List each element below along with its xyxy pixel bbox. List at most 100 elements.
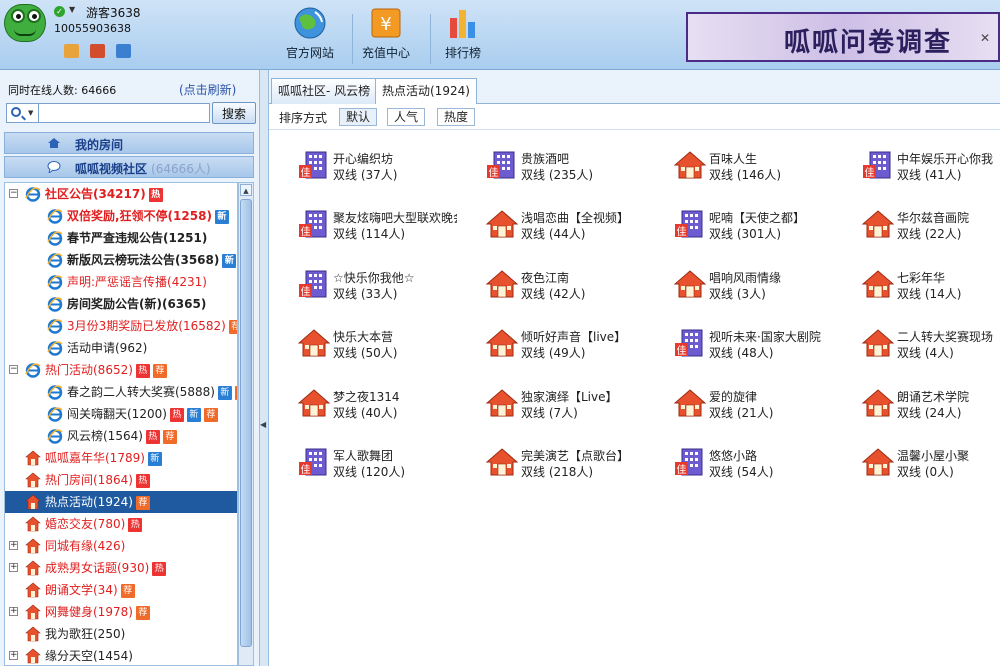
status-dropdown-icon[interactable]: ▼: [69, 5, 75, 14]
sort-popularity-button[interactable]: 人气: [387, 108, 426, 126]
collapse-icon[interactable]: −: [9, 189, 18, 198]
new-badge: 新: [222, 253, 237, 268]
tree-item[interactable]: + 网舞健身(1978) 荐: [5, 601, 237, 623]
room-card[interactable]: 快乐大本营 双线 (50人): [269, 310, 454, 360]
banner-title: 呱呱问卷调查: [784, 28, 953, 58]
settings-icon[interactable]: [116, 44, 131, 58]
room-name: 中年娱乐开心你我: [897, 152, 994, 166]
tree-item[interactable]: − 热门活动(8652) 热荐: [5, 359, 237, 381]
room-card[interactable]: 佳 聚友炫嗨吧大型联欢晚会 双线 (114人): [269, 191, 457, 241]
room-card[interactable]: 华尔兹音画院 双线 (22人): [833, 191, 1000, 241]
tree-item[interactable]: 我为歌狂(250): [5, 623, 237, 645]
tree-item[interactable]: 朗诵文学(34) 荐: [5, 579, 237, 601]
ranking-label: 排行榜: [444, 46, 481, 60]
room-card[interactable]: 独家演绎【Live】 双线 (7人): [457, 370, 642, 420]
tree-item[interactable]: 新版风云榜玩法公告(3568) 新: [5, 249, 237, 271]
tree-item[interactable]: + 成熟男女话题(930) 热: [5, 557, 237, 579]
my-room-section[interactable]: 我的房间: [4, 132, 254, 154]
tree-item[interactable]: 春之韵二人转大奖赛(5888)新荐: [5, 381, 237, 403]
sort-heat-button[interactable]: 热度: [437, 108, 476, 126]
tree-item[interactable]: 呱呱嘉年华(1789) 新: [5, 447, 237, 469]
tree-item[interactable]: 双倍奖励,狂领不停(1258) 新: [5, 205, 237, 227]
tree-item-label: 风云榜(1564): [67, 429, 143, 443]
tree-item-label: 房间奖励公告(新)(6365): [67, 297, 207, 311]
room-card[interactable]: 梦之夜1314 双线 (40人): [269, 370, 454, 420]
tree-item[interactable]: − 社区公告(34217) 热: [5, 183, 237, 205]
room-card[interactable]: 二人转大奖赛现场 双线 (4人): [833, 310, 1000, 360]
survey-banner[interactable]: 呱呱问卷调查 ✕: [686, 12, 1000, 62]
bag-icon[interactable]: [64, 44, 79, 58]
sort-default-button[interactable]: 默认: [339, 108, 378, 126]
room-card[interactable]: 浅唱恋曲【全视频】 双线 (44人): [457, 191, 642, 241]
room-card[interactable]: 佳 开心编织坊 双线 (37人): [269, 132, 454, 182]
room-card[interactable]: 佳 呢喃【天使之都】 双线 (301人): [645, 191, 830, 241]
tree-item[interactable]: 房间奖励公告(新)(6365): [5, 293, 237, 315]
tree-item[interactable]: 活动申请(962): [5, 337, 237, 359]
tree-scrollbar[interactable]: ▲: [238, 182, 254, 666]
search-button[interactable]: 搜索: [212, 102, 256, 124]
room-card[interactable]: 佳 悠悠小路 双线 (54人): [645, 429, 830, 479]
tree-item[interactable]: 婚恋交友(780) 热: [5, 513, 237, 535]
official-site-button[interactable]: 官方网站: [270, 6, 350, 61]
tree-item[interactable]: + 缘分天空(1454): [5, 645, 237, 665]
banner-close-icon[interactable]: ✕: [980, 32, 992, 44]
recharge-center-button[interactable]: ¥ 充值中心: [346, 6, 426, 61]
tree-item[interactable]: 热点活动(1924) 荐: [5, 491, 237, 513]
expand-icon[interactable]: +: [9, 651, 18, 660]
room-card[interactable]: 佳 中年娱乐开心你我 双线 (41人): [833, 132, 1000, 182]
panel-collapse-handle[interactable]: ◀: [260, 70, 268, 666]
room-tree: − 社区公告(34217) 热双倍奖励,狂领不停(1258) 新春节严查违规公告(12…: [4, 182, 238, 666]
browser-icon: [47, 252, 63, 268]
room-card[interactable]: 倾听好声音【live】 双线 (49人): [457, 310, 642, 360]
tree-item[interactable]: + 同城有缘(426): [5, 535, 237, 557]
search-type-dropdown[interactable]: ▼: [6, 103, 38, 123]
ranking-button[interactable]: 排行榜: [423, 6, 503, 61]
room-card[interactable]: 爱的旋律 双线 (21人): [645, 370, 830, 420]
tree-item-label: 春节严查违规公告(1251): [67, 231, 208, 245]
room-card[interactable]: 夜色江南 双线 (42人): [457, 251, 642, 301]
room-card[interactable]: 唱响风雨情缘 双线 (3人): [645, 251, 830, 301]
main-panel: 呱呱社区- 风云榜 热点活动(1924) 排序方式 默认 人气 热度 佳 开心编织…: [268, 70, 1000, 666]
expand-icon[interactable]: +: [9, 563, 18, 572]
house-icon: [25, 494, 41, 510]
tree-item[interactable]: 声明:严惩谣言传播(4231): [5, 271, 237, 293]
collapse-icon[interactable]: −: [9, 365, 18, 374]
room-count: 双线 (235人): [521, 168, 594, 182]
room-card[interactable]: 佳 视听未来·国家大剧院 双线 (48人): [645, 310, 830, 360]
svg-text:¥: ¥: [380, 14, 391, 35]
tree-item-label: 同城有缘(426): [45, 539, 126, 553]
refresh-link[interactable]: (点击刷新): [179, 81, 236, 98]
community-section[interactable]: 呱呱视频社区 (64666人): [4, 156, 254, 178]
room-card[interactable]: 七彩年华 双线 (14人): [833, 251, 1000, 301]
tree-item[interactable]: 风云榜(1564) 热荐: [5, 425, 237, 447]
tree-item-label: 春之韵二人转大奖赛(5888): [67, 385, 215, 399]
room-card[interactable]: 百味人生 双线 (146人): [645, 132, 830, 182]
tree-item-label: 呱呱嘉年华(1789): [45, 451, 145, 465]
expand-icon[interactable]: +: [9, 541, 18, 550]
tab-hot-activities[interactable]: 热点活动(1924): [375, 78, 477, 105]
tab-community-ranking[interactable]: 呱呱社区- 风云榜: [271, 78, 378, 104]
room-name: 军人歌舞团: [333, 449, 394, 463]
user-nickname: 游客3638: [86, 6, 141, 20]
room-card[interactable]: 完美演艺【点歌台】 双线 (218人): [457, 429, 642, 479]
tree-item[interactable]: 热门房间(1864) 热: [5, 469, 237, 491]
online-count: 同时在线人数: 64666: [8, 84, 117, 97]
expand-icon[interactable]: +: [9, 607, 18, 616]
room-card[interactable]: 佳 贵族酒吧 双线 (235人): [457, 132, 642, 182]
room-name: 贵族酒吧: [521, 152, 570, 166]
room-card[interactable]: 温馨小屋小聚 双线 (0人): [833, 429, 1000, 479]
tree-item[interactable]: 春节严查违规公告(1251): [5, 227, 237, 249]
room-card[interactable]: 佳 军人歌舞团 双线 (120人): [269, 429, 454, 479]
room-card[interactable]: 朗诵艺术学院 双线 (24人): [833, 370, 1000, 420]
tree-item-label: 社区公告(34217): [45, 187, 146, 201]
tree-item[interactable]: 闯关嗨翻天(1200) 热新荐: [5, 403, 237, 425]
scrollbar-thumb[interactable]: [240, 199, 252, 647]
tree-item[interactable]: 3月份3期奖励已发放(16582)荐: [5, 315, 237, 337]
online-status-icon[interactable]: ✓: [54, 6, 65, 17]
user-avatar[interactable]: [4, 4, 46, 42]
scroll-up-icon[interactable]: ▲: [240, 184, 252, 196]
mail-icon[interactable]: [90, 44, 105, 58]
search-input[interactable]: [38, 103, 210, 123]
room-card[interactable]: 佳 ☆快乐你我他☆ 双线 (33人): [269, 251, 454, 301]
house-icon: [861, 388, 895, 418]
